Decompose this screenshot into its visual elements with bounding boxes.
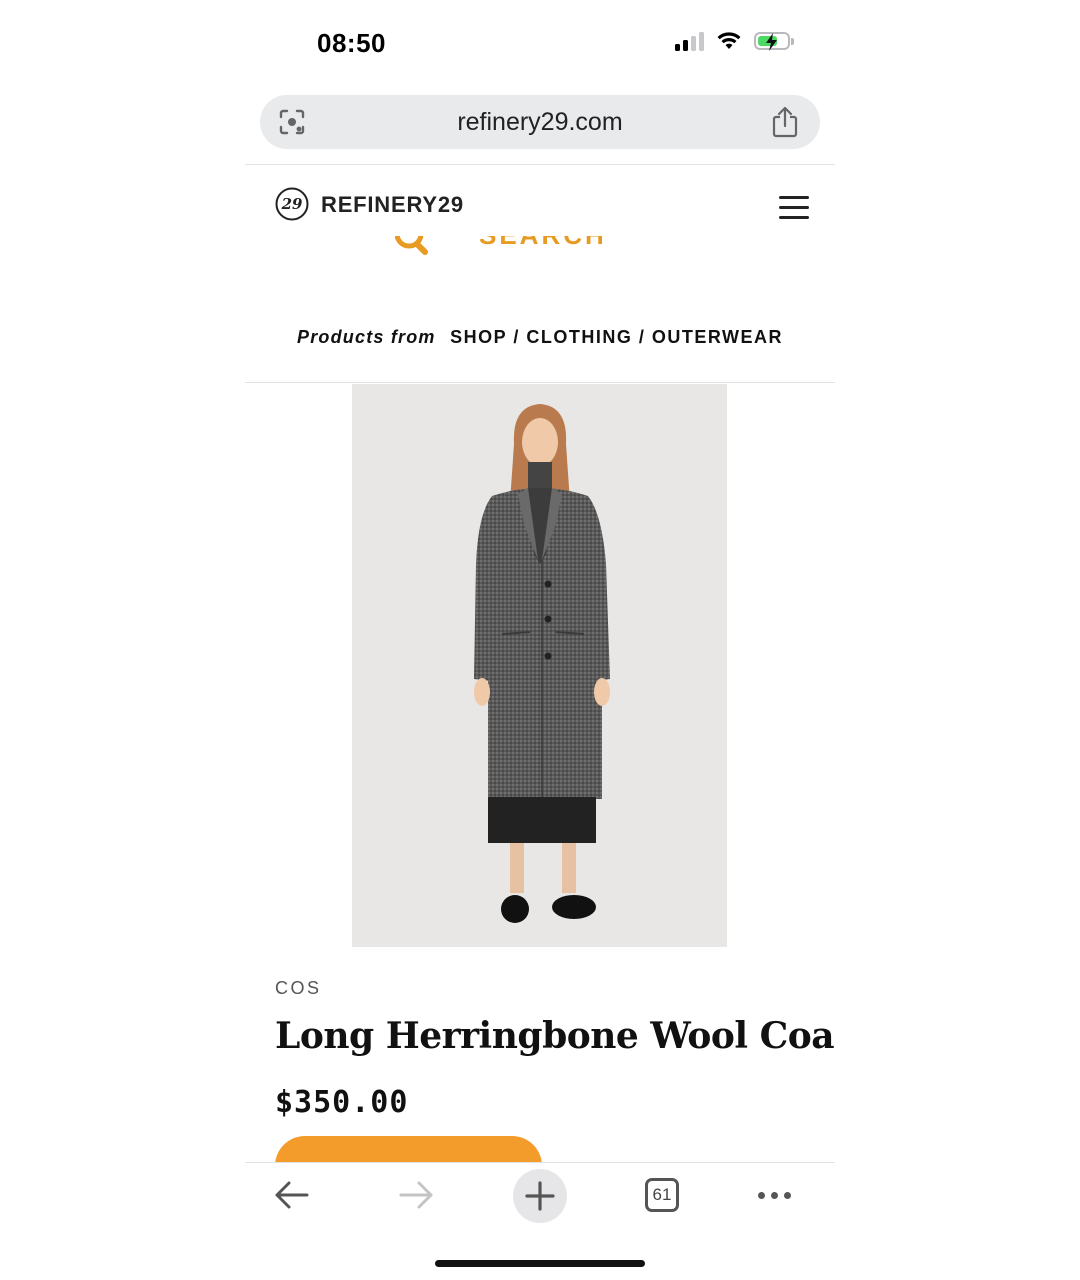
arrow-right-icon[interactable] [397, 1180, 435, 1210]
home-indicator[interactable] [435, 1260, 645, 1267]
arrow-left-icon[interactable] [273, 1180, 311, 1210]
url-text[interactable]: refinery29.com [260, 108, 820, 137]
site-name[interactable]: REFINERY29 [321, 192, 464, 218]
breadcrumb-prefix: Products from [297, 327, 436, 347]
svg-text:29: 29 [281, 195, 303, 213]
tab-count: 61 [652, 1185, 672, 1204]
coat-illustration [474, 404, 610, 923]
tabs-button[interactable]: 61 [645, 1178, 679, 1212]
new-tab-button[interactable] [513, 1169, 567, 1223]
product-price: $350.00 [275, 1085, 409, 1120]
search-label: SEARCH [479, 236, 607, 251]
breadcrumb-path[interactable]: SHOP / CLOTHING / OUTERWEAR [450, 327, 783, 347]
status-icons [675, 31, 794, 51]
status-time: 08:50 [317, 28, 386, 58]
toolbar-divider [245, 1162, 835, 1163]
r29-logo-icon[interactable]: 29 [275, 187, 309, 221]
phone-screen: 08:50 refinery29.com 29 REFINERY29 Produ… [245, 0, 835, 1280]
search-bar-peek[interactable]: SEARCH [245, 236, 835, 260]
product-brand[interactable]: COS [275, 978, 322, 999]
more-dots-icon[interactable] [758, 1192, 791, 1199]
search-icon [395, 236, 428, 255]
breadcrumb-divider [245, 382, 835, 383]
address-bar[interactable]: refinery29.com [260, 95, 820, 149]
cellular-signal-icon [675, 31, 704, 51]
hamburger-menu-icon[interactable] [779, 196, 809, 220]
share-icon[interactable] [770, 106, 800, 138]
battery-icon [754, 32, 794, 51]
breadcrumb: Products from SHOP / CLOTHING / OUTERWEA… [245, 327, 835, 348]
wifi-icon [717, 32, 741, 49]
product-title: Long Herringbone Wool Coat [275, 1015, 835, 1057]
product-image[interactable] [352, 384, 727, 947]
plus-icon [525, 1181, 555, 1211]
header-divider [245, 164, 835, 165]
